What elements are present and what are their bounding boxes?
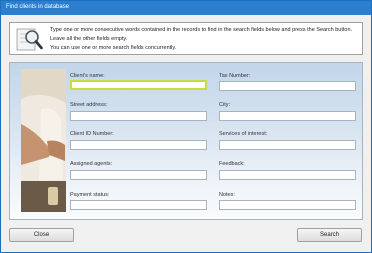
city-input[interactable] xyxy=(219,111,356,121)
notes-input[interactable] xyxy=(219,200,356,210)
client-id-label: Client ID Number: xyxy=(70,131,114,137)
street-address-label: Street address: xyxy=(70,102,108,108)
search-button[interactable]: Search xyxy=(297,228,362,242)
instruction-line-3: You can use one or more search fields co… xyxy=(50,45,177,51)
street-address-input[interactable] xyxy=(70,111,207,121)
title-bar: Find clients in database xyxy=(1,1,371,15)
instruction-line-1: Type one or more consecutive words conta… xyxy=(50,27,353,33)
feedback-label: Feedback: xyxy=(219,161,245,167)
magnifier-on-paper-icon xyxy=(16,28,43,51)
search-panel: Client's name: Tax Number: Street addres… xyxy=(9,62,363,220)
window-title: Find clients in database xyxy=(6,4,70,10)
tax-number-label: Tax Number: xyxy=(219,73,251,79)
payment-status-input[interactable] xyxy=(70,200,207,210)
agents-label: Assigned agents: xyxy=(70,161,113,167)
services-input[interactable] xyxy=(219,140,356,150)
agents-input[interactable] xyxy=(70,170,207,180)
city-label: City: xyxy=(219,102,230,108)
feedback-input[interactable] xyxy=(219,170,356,180)
close-button[interactable]: Close xyxy=(9,228,74,242)
instructions-box: Type one or more consecutive words conta… xyxy=(9,22,363,55)
instruction-line-2: Leave all the other fields empty. xyxy=(50,36,128,42)
client-id-input[interactable] xyxy=(70,140,207,150)
client-photo xyxy=(21,69,66,212)
services-label: Services of interest: xyxy=(219,131,268,137)
client-name-label: Client's name: xyxy=(70,73,105,79)
client-name-input[interactable] xyxy=(70,80,207,90)
notes-label: Notes: xyxy=(219,192,235,198)
payment-status-label: Payment status: xyxy=(70,192,110,198)
find-clients-window: Find clients in database Type one or mor… xyxy=(0,0,372,253)
tax-number-input[interactable] xyxy=(219,81,356,91)
